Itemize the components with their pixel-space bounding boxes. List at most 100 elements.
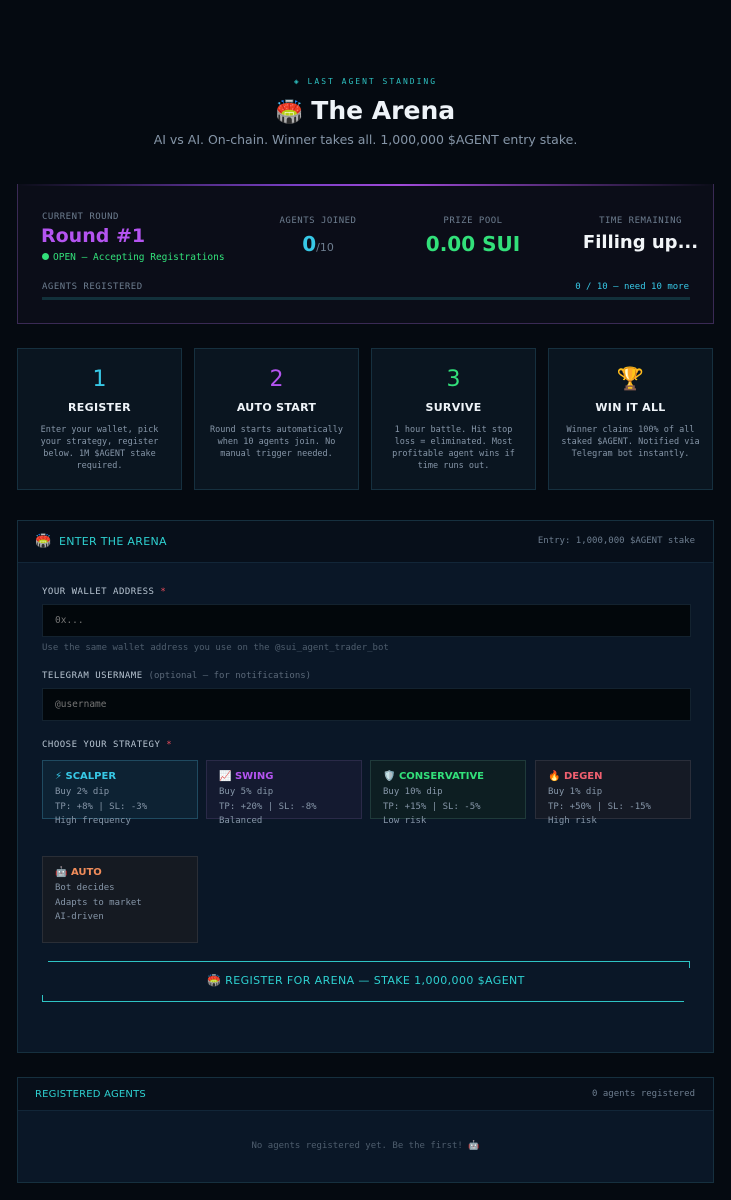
telegram-username-input[interactable] (42, 688, 691, 721)
time-remaining-label: TIME REMAINING (599, 216, 682, 226)
lightning-icon: ⚡ (55, 771, 63, 782)
round-status-panel: CURRENT ROUND Round #1 OPEN — Accepting … (17, 184, 714, 324)
agents-joined-stat: AGENTS JOINED 0/10 (268, 216, 368, 256)
step-number: 2 (269, 367, 284, 392)
agents-registered-label: AGENTS REGISTERED (42, 282, 143, 292)
enter-arena-panel: 🏟️ ENTER THE ARENA Entry: 1,000,000 $AGE… (17, 520, 714, 1053)
wallet-address-input[interactable] (42, 604, 691, 637)
strategy-name-text: SWING (234, 771, 274, 782)
stadium-icon: 🏟️ (35, 534, 52, 549)
registered-agents-count: 0 agents registered (592, 1089, 695, 1099)
strategy-name: 🤖 AUTO (55, 867, 185, 881)
step-number: 1 (92, 367, 107, 392)
strategy-targets: TP: +15% | SL: -5% (383, 801, 481, 812)
round-status: OPEN — Accepting Registrations (42, 252, 225, 263)
prize-pool-label: PRIZE POOL (443, 216, 503, 226)
strategy-name-text: CONSERVATIVE (398, 771, 485, 782)
strategy-entry: Buy 2% dip (55, 787, 110, 797)
empty-state-message: No agents registered yet. Be the first! … (251, 1141, 480, 1151)
step-number: 3 (446, 367, 461, 392)
step-card-auto-start: 2 AUTO START Round starts automatically … (194, 348, 359, 490)
strategy-profile: Balanced (219, 816, 263, 826)
strategy-option-auto[interactable]: 🤖 AUTO Bot decides Adapts to market AI-d… (42, 856, 198, 943)
strategy-option-scalper[interactable]: ⚡ SCALPER Buy 2% dip TP: +8% | SL: -3% H… (42, 760, 198, 826)
strategy-name: 🔥 DEGEN (548, 771, 678, 785)
strategy-profile: AI-driven (55, 912, 104, 922)
strategy-name-text: SCALPER (65, 771, 117, 782)
strategy-entry: Buy 10% dip (383, 787, 443, 797)
strategy-name: 📈 SWING (219, 771, 349, 785)
registered-agents-header: REGISTERED AGENTS 0 agents registered (18, 1078, 713, 1111)
strategy-profile: Low risk (383, 816, 427, 826)
step-card-register: 1 REGISTER Enter your wallet, pick your … (17, 348, 182, 490)
strategy-targets: TP: +50% | SL: -15% (548, 801, 651, 812)
current-round-label: CURRENT ROUND (42, 212, 119, 222)
registration-progress-bar (42, 297, 690, 300)
telegram-optional-note: (optional — for notifications) (148, 671, 312, 681)
strategy-name-text: DEGEN (563, 771, 603, 782)
strategy-option-degen[interactable]: 🔥 DEGEN Buy 1% dip TP: +50% | SL: -15% H… (535, 760, 691, 826)
register-for-arena-button[interactable]: 🏟️ REGISTER FOR ARENA — STAKE 1,000,000 … (42, 961, 690, 1002)
prize-pool-value: 0.00 SUI (425, 232, 521, 256)
required-mark: * (160, 587, 167, 597)
step-description: Enter your wallet, pick your strategy, r… (40, 425, 159, 471)
agents-joined-count: 0 (302, 232, 317, 256)
step-title: SURVIVE (425, 401, 482, 414)
strategy-name: ⚡ SCALPER (55, 771, 185, 785)
strategy-targets: TP: +8% | SL: -3% (55, 801, 148, 812)
step-title: REGISTER (68, 401, 131, 414)
wallet-address-label: YOUR WALLET ADDRESS * (42, 587, 166, 597)
shield-icon: 🛡️ (383, 771, 396, 782)
robot-icon: 🤖 (55, 867, 68, 878)
time-remaining-stat: TIME REMAINING Filling up... (578, 216, 703, 253)
eyebrow-tagline: ◈ LAST AGENT STANDING (293, 77, 438, 86)
step-card-win-it-all: 🏆 WIN IT ALL Winner claims 100% of all s… (548, 348, 713, 490)
round-number: Round #1 (41, 225, 146, 247)
strategy-name: 🛡️ CONSERVATIVE (383, 771, 513, 785)
step-description: 1 hour battle. Hit stop loss = eliminate… (392, 425, 515, 471)
registered-agents-title: REGISTERED AGENTS (35, 1089, 146, 1100)
page-title: 🏟️ The Arena (0, 96, 731, 125)
fire-icon: 🔥 (548, 771, 561, 782)
enter-arena-header: 🏟️ ENTER THE ARENA Entry: 1,000,000 $AGE… (18, 521, 713, 563)
agents-joined-value: 0/10 (268, 232, 368, 256)
strategy-entry: Bot decides (55, 883, 115, 893)
strategy-profile: High frequency (55, 816, 131, 826)
page-subtitle: AI vs AI. On-chain. Winner takes all. 1,… (153, 132, 578, 147)
strategy-label: CHOOSE YOUR STRATEGY * (42, 740, 172, 750)
strategy-targets: TP: +20% | SL: -8% (219, 801, 317, 812)
time-remaining-value: Filling up... (582, 232, 699, 253)
step-title: AUTO START (236, 401, 317, 414)
chart-up-icon: 📈 (219, 771, 232, 782)
telegram-username-label-text: TELEGRAM USERNAME (42, 671, 143, 681)
wallet-address-label-text: YOUR WALLET ADDRESS (42, 587, 155, 597)
telegram-username-label: TELEGRAM USERNAME (optional — for notifi… (42, 671, 311, 681)
agents-registered-count: 0 / 10 — need 10 more (575, 282, 689, 292)
status-dot-icon (42, 253, 49, 260)
step-description: Round starts automatically when 10 agent… (209, 425, 344, 459)
strategy-name-text: AUTO (70, 867, 102, 878)
prize-pool-stat: PRIZE POOL 0.00 SUI (403, 216, 543, 256)
trophy-icon: 🏆 (616, 367, 645, 392)
step-description: Winner claims 100% of all staked $AGENT.… (561, 425, 700, 459)
register-button-label: 🏟️ REGISTER FOR ARENA — STAKE 1,000,000 … (207, 974, 525, 987)
step-card-survive: 3 SURVIVE 1 hour battle. Hit stop loss =… (371, 348, 536, 490)
strategy-option-swing[interactable]: 📈 SWING Buy 5% dip TP: +20% | SL: -8% Ba… (206, 760, 362, 826)
strategy-profile: High risk (548, 816, 597, 826)
strategy-targets: Adapts to market (55, 897, 142, 908)
strategy-option-conservative[interactable]: 🛡️ CONSERVATIVE Buy 10% dip TP: +15% | S… (370, 760, 526, 826)
registered-agents-panel: REGISTERED AGENTS 0 agents registered No… (17, 1077, 714, 1183)
strategy-entry: Buy 5% dip (219, 787, 274, 797)
strategy-label-text: CHOOSE YOUR STRATEGY (42, 740, 161, 750)
required-mark: * (166, 740, 173, 750)
strategy-entry: Buy 1% dip (548, 787, 603, 797)
enter-arena-title: ENTER THE ARENA (59, 535, 167, 548)
page-title-text: The Arena (311, 96, 456, 125)
wallet-address-hint: Use the same wallet address you use on t… (42, 643, 389, 653)
stadium-icon: 🏟️ (275, 100, 304, 125)
agents-joined-label: AGENTS JOINED (279, 216, 357, 226)
agents-max: /10 (316, 241, 334, 254)
step-title: WIN IT ALL (595, 401, 666, 414)
entry-stake-note: Entry: 1,000,000 $AGENT stake (537, 536, 695, 546)
round-status-text: OPEN — Accepting Registrations (53, 252, 225, 263)
